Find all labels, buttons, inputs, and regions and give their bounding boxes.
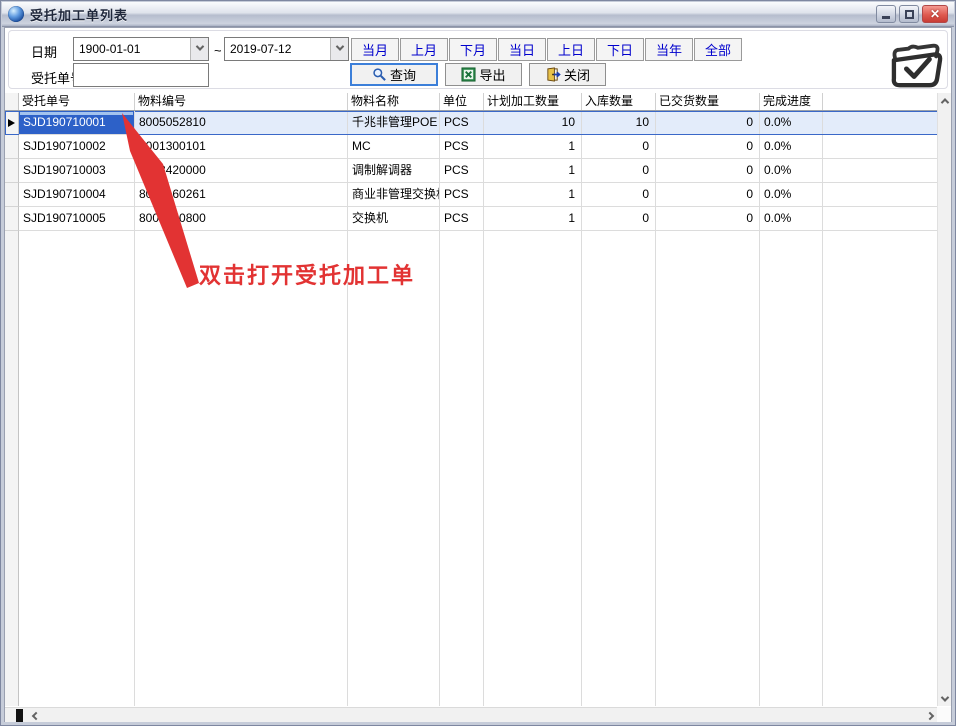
- range-separator: ~: [214, 43, 222, 58]
- quick-button-next-month[interactable]: 下月: [449, 38, 497, 61]
- export-button[interactable]: 导出: [445, 63, 522, 86]
- column-header-delivered-qty[interactable]: 已交货数量: [656, 93, 760, 110]
- minimize-icon: [882, 16, 890, 19]
- table-header-row: 受托单号 物料编号 物料名称 单位 计划加工数量 入库数量 已交货数量 完成进度: [5, 93, 939, 111]
- column-header-plan-qty[interactable]: 计划加工数量: [484, 93, 582, 110]
- column-header-order-no[interactable]: 受托单号: [19, 93, 135, 110]
- current-row-arrow-icon: [8, 119, 15, 127]
- horizontal-scrollbar[interactable]: [5, 707, 939, 722]
- hscroll-thumb[interactable]: [16, 709, 23, 722]
- minimize-button[interactable]: [876, 5, 896, 23]
- column-header-material-name[interactable]: 物料名称: [348, 93, 440, 110]
- chevron-up-icon: [941, 98, 949, 106]
- table-row[interactable]: SJD190710001 8005052810 千兆非管理POE PCS 10 …: [5, 111, 939, 135]
- maximize-icon: [905, 10, 914, 19]
- order-no-input[interactable]: [73, 63, 209, 87]
- column-header-unit[interactable]: 单位: [440, 93, 484, 110]
- table-body: SJD190710001 8005052810 千兆非管理POE PCS 10 …: [5, 111, 939, 231]
- quick-button-all[interactable]: 全部: [694, 38, 742, 61]
- quick-button-next-day[interactable]: 下日: [596, 38, 644, 61]
- selected-cell: SJD190710001: [19, 111, 135, 135]
- open-folder-check-icon: [887, 42, 945, 90]
- quick-button-prev-day[interactable]: 上日: [547, 38, 595, 61]
- quick-range-group: 当月 上月 下月 当日 上日 下日 当年 全部: [351, 38, 742, 61]
- row-selector-header: [5, 93, 19, 110]
- table-row[interactable]: SJD190710003 1003420000 调制解调器 PCS 1 0 0 …: [5, 159, 939, 183]
- column-header-in-qty[interactable]: 入库数量: [582, 93, 656, 110]
- quick-button-this-year[interactable]: 当年: [645, 38, 693, 61]
- close-list-button[interactable]: 关闭: [529, 63, 606, 86]
- date-from-select[interactable]: 1900-01-01: [73, 37, 209, 61]
- column-header-progress[interactable]: 完成进度: [760, 93, 823, 110]
- quick-button-today[interactable]: 当日: [498, 38, 546, 61]
- magnifier-icon: [372, 67, 387, 82]
- close-button[interactable]: ✕: [922, 5, 948, 23]
- chevron-down-icon[interactable]: [190, 38, 208, 60]
- table-row[interactable]: SJD190710005 8005350800 交换机 PCS 1 0 0 0.…: [5, 207, 939, 231]
- row-selector-cell[interactable]: [5, 159, 19, 183]
- query-button[interactable]: 查询: [350, 63, 438, 86]
- quick-button-prev-month[interactable]: 上月: [400, 38, 448, 61]
- quick-button-current-month[interactable]: 当月: [351, 38, 399, 61]
- orders-table: 受托单号 物料编号 物料名称 单位 计划加工数量 入库数量 已交货数量 完成进度…: [5, 93, 939, 706]
- chevron-left-icon: [32, 711, 40, 719]
- row-selector-cell[interactable]: [5, 111, 19, 135]
- date-to-select[interactable]: 2019-07-12: [224, 37, 349, 61]
- excel-icon: [461, 67, 476, 82]
- title-bar: 受托加工单列表 ✕: [2, 2, 954, 27]
- scroll-down-button[interactable]: [938, 691, 952, 706]
- column-header-material-no[interactable]: 物料编号: [135, 93, 348, 110]
- chevron-right-icon: [926, 711, 934, 719]
- date-label: 日期: [31, 42, 57, 61]
- row-selector-cell[interactable]: [5, 135, 19, 159]
- app-sphere-icon: [8, 6, 24, 22]
- row-selector-cell[interactable]: [5, 183, 19, 207]
- close-icon: ✕: [930, 7, 940, 21]
- app-window: 受托加工单列表 ✕ 日期 1900-01-01 ~ 2019-07-12 受托单…: [0, 0, 956, 726]
- scroll-left-button[interactable]: [27, 708, 45, 723]
- chevron-down-icon[interactable]: [330, 38, 348, 60]
- maximize-button[interactable]: [899, 5, 919, 23]
- window-content: 日期 1900-01-01 ~ 2019-07-12 受托单号 当月 上月 下月…: [4, 27, 952, 722]
- scrollbar-corner: [937, 707, 951, 722]
- column-header-filler: [823, 93, 939, 110]
- scroll-up-button[interactable]: [938, 93, 952, 108]
- exit-door-icon: [545, 67, 561, 82]
- row-selector-cell[interactable]: [5, 207, 19, 231]
- chevron-down-icon: [941, 693, 949, 701]
- table-row[interactable]: SJD190710002 7001300101 MC PCS 1 0 0 0.0…: [5, 135, 939, 159]
- table-row[interactable]: SJD190710004 8005160261 商业非管理交换机 PCS 1 0…: [5, 183, 939, 207]
- window-title: 受托加工单列表: [30, 5, 128, 24]
- vertical-scrollbar[interactable]: [937, 93, 951, 706]
